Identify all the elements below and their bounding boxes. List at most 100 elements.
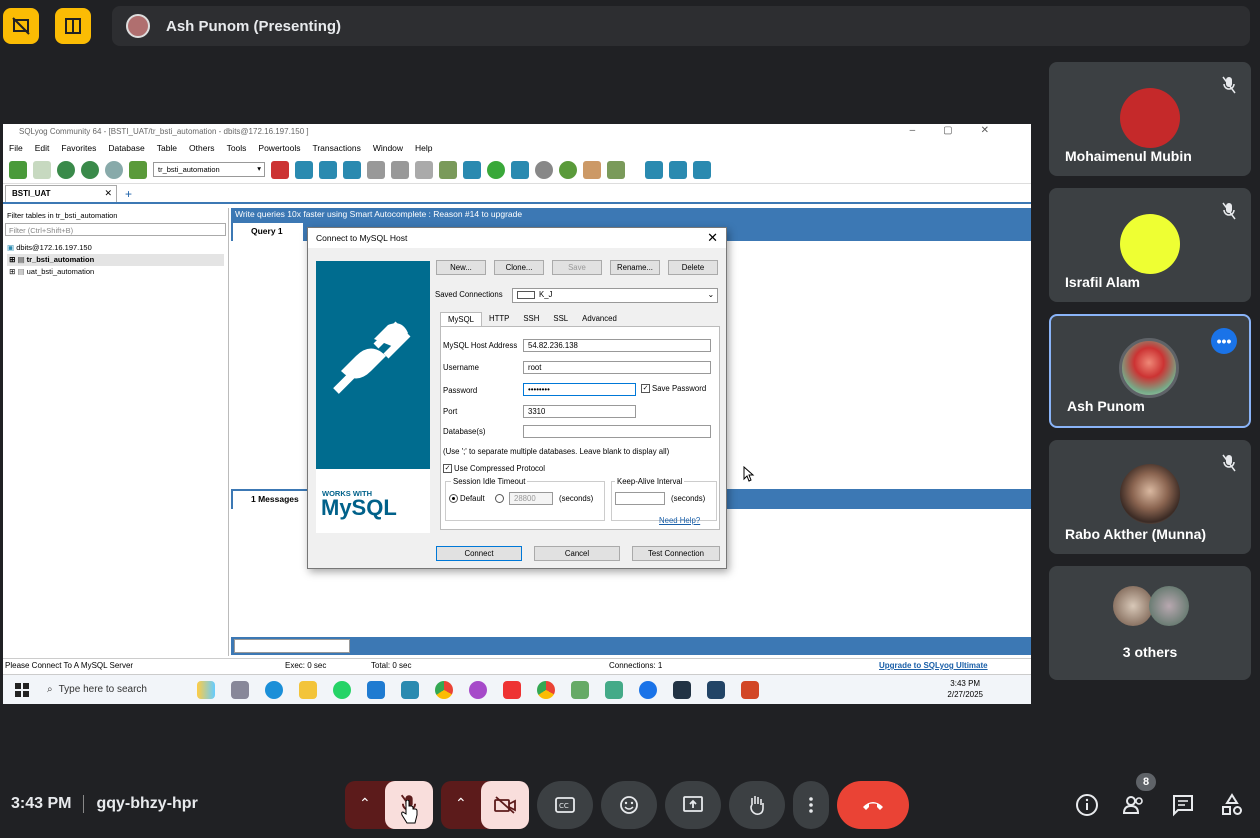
chrome-icon[interactable]: [435, 680, 453, 699]
notepad-icon[interactable]: [605, 680, 623, 699]
clone-button[interactable]: Clone...: [494, 260, 544, 275]
host-input[interactable]: 54.82.236.138: [523, 339, 711, 352]
app-dark-icon[interactable]: [673, 680, 691, 699]
import-icon[interactable]: [583, 160, 601, 179]
password-input[interactable]: ••••••••: [523, 383, 636, 396]
app-grid-icon[interactable]: [571, 680, 589, 699]
chevron-up-icon[interactable]: ⌃: [359, 795, 375, 815]
menu-powertools[interactable]: Powertools: [258, 143, 300, 153]
menu-file[interactable]: File: [9, 143, 23, 153]
window-controls[interactable]: –▢✕: [910, 125, 1017, 136]
close-icon[interactable]: ✕: [707, 230, 718, 246]
menu-tools[interactable]: Tools: [227, 143, 247, 153]
custom-timeout-radio[interactable]: [495, 494, 506, 504]
chat-icon[interactable]: [1171, 793, 1195, 817]
chrome-icon-2[interactable]: [537, 680, 555, 699]
schedule-icon[interactable]: [535, 160, 553, 179]
menu-others[interactable]: Others: [189, 143, 215, 153]
layout-button[interactable]: [55, 8, 91, 44]
add-tab-button[interactable]: +: [125, 186, 132, 202]
new-button[interactable]: New...: [436, 260, 486, 275]
close-icon[interactable]: ✕: [104, 188, 112, 199]
db-icon[interactable]: [343, 160, 361, 179]
copy-db-icon[interactable]: [693, 160, 711, 179]
rename-button[interactable]: Rename...: [610, 260, 660, 275]
hide-presentation-button[interactable]: [3, 8, 39, 44]
sqlyog-taskbar-icon[interactable]: [401, 680, 419, 699]
tab-advanced[interactable]: Advanced: [575, 312, 624, 326]
sync-icon[interactable]: [463, 160, 481, 179]
connect-icon[interactable]: [9, 160, 27, 179]
delete-button[interactable]: Delete: [668, 260, 718, 275]
db-create-icon[interactable]: [295, 160, 313, 179]
tab-ssl[interactable]: SSL: [546, 312, 575, 326]
menu-help[interactable]: Help: [415, 143, 432, 153]
save-button[interactable]: Save: [552, 260, 602, 275]
refresh-objects-icon[interactable]: [129, 160, 147, 179]
schema-icon[interactable]: [415, 160, 433, 179]
upgrade-banner[interactable]: Write queries 10x faster using Smart Aut…: [231, 208, 1031, 221]
save-password-checkbox[interactable]: ✓ Save Password: [641, 384, 706, 394]
timeout-input[interactable]: 28800: [509, 492, 553, 505]
powerpoint-icon[interactable]: [741, 680, 759, 699]
tree-db-uat-bsti[interactable]: ⊞ ▤ uat_bsti_automation: [7, 266, 224, 278]
username-input[interactable]: root: [523, 361, 711, 374]
export-icon[interactable]: [607, 160, 625, 179]
participant-tile[interactable]: Rabo Akther (Munna): [1049, 440, 1251, 554]
task-view-icon[interactable]: [231, 680, 249, 699]
table-grid-icon[interactable]: [391, 160, 409, 179]
camera-toggle-button[interactable]: [481, 781, 529, 829]
migrate-icon[interactable]: [645, 160, 663, 179]
app-icon[interactable]: [469, 680, 487, 699]
notification-icon[interactable]: [559, 160, 577, 179]
taskbar-clock[interactable]: 3:43 PM 2/27/2025: [947, 678, 983, 700]
menu-window[interactable]: Window: [373, 143, 403, 153]
stop-icon[interactable]: [105, 160, 123, 179]
more-options-button[interactable]: [793, 781, 829, 829]
menu-transactions[interactable]: Transactions: [312, 143, 360, 153]
people-icon[interactable]: [1122, 793, 1146, 817]
query-builder-icon[interactable]: [439, 160, 457, 179]
tab-messages[interactable]: 1 Messages: [233, 491, 311, 509]
menu-database[interactable]: Database: [108, 143, 144, 153]
copilot-icon[interactable]: [197, 680, 215, 699]
present-button[interactable]: [665, 781, 721, 829]
edge-icon[interactable]: [265, 680, 283, 699]
result-select[interactable]: [234, 639, 350, 653]
start-icon[interactable]: [15, 682, 29, 697]
compare-icon[interactable]: [669, 160, 687, 179]
captions-button[interactable]: CC: [537, 781, 593, 829]
vscode-icon[interactable]: [367, 680, 385, 699]
leave-call-button[interactable]: [837, 781, 909, 829]
tab-bsti-uat[interactable]: BSTI_UAT ✕: [5, 185, 117, 202]
activities-icon[interactable]: [1220, 793, 1244, 817]
menu-edit[interactable]: Edit: [35, 143, 50, 153]
default-radio[interactable]: Default: [449, 494, 485, 504]
participant-tile[interactable]: Mohaimenul Mubin: [1049, 62, 1251, 176]
participant-tile-active[interactable]: ••• Ash Punom: [1049, 314, 1251, 428]
test-connection-button[interactable]: Test Connection: [632, 546, 720, 561]
saved-connections-select[interactable]: K_J ⌄: [512, 288, 718, 303]
db-add-icon[interactable]: [319, 160, 337, 179]
cancel-button[interactable]: Cancel: [534, 546, 620, 561]
app-blue-icon[interactable]: [639, 680, 657, 699]
keepalive-input[interactable]: [615, 492, 665, 505]
file-explorer-icon[interactable]: [299, 680, 317, 699]
tab-mysql[interactable]: MySQL: [440, 312, 482, 326]
connect-button[interactable]: Connect: [436, 546, 522, 561]
tab-query-1[interactable]: Query 1: [233, 223, 303, 241]
participant-tile[interactable]: Israfil Alam: [1049, 188, 1251, 302]
refresh-icon[interactable]: [487, 160, 505, 179]
whatsapp-icon[interactable]: [333, 680, 351, 699]
tree-host[interactable]: ▣ dbits@172.16.197.150: [7, 242, 224, 254]
taskbar-search[interactable]: ⌕ Type here to search: [41, 679, 191, 701]
user-manager-icon[interactable]: [271, 160, 289, 179]
menu-table[interactable]: Table: [157, 143, 177, 153]
anydesk-icon[interactable]: [503, 680, 521, 699]
reactions-button[interactable]: [601, 781, 657, 829]
backup-icon[interactable]: [511, 160, 529, 179]
databases-input[interactable]: [523, 425, 711, 438]
app-blue2-icon[interactable]: [707, 680, 725, 699]
info-icon[interactable]: [1075, 793, 1099, 817]
others-tile[interactable]: 3 others: [1049, 566, 1251, 680]
